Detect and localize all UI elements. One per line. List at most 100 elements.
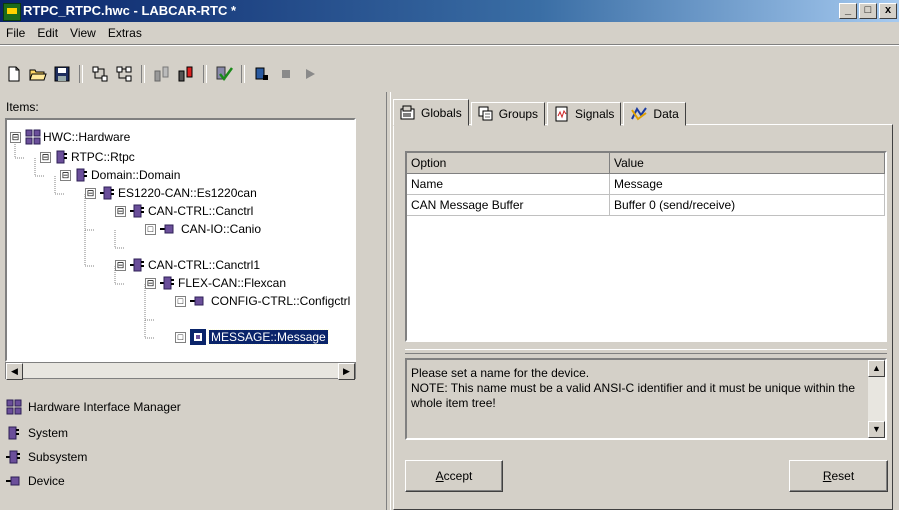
toolbar-separator bbox=[141, 65, 145, 83]
reset-label: eset bbox=[831, 469, 855, 483]
leaf-box[interactable]: □ bbox=[175, 295, 186, 307]
download-icon[interactable] bbox=[252, 64, 272, 84]
menu-bar: File Edit View Extras bbox=[0, 23, 148, 43]
tree-item-canctrl[interactable]: ⊟ CAN-CTRL::Canctrl bbox=[115, 202, 255, 220]
menu-view[interactable]: View bbox=[64, 23, 102, 43]
tab-globals[interactable]: Globals bbox=[393, 99, 469, 126]
option-cell: Name bbox=[407, 173, 610, 195]
tree-item-label: HWC::Hardware bbox=[43, 130, 131, 144]
tree-item-label: MESSAGE::Message bbox=[208, 329, 329, 345]
tree-horizontal-scrollbar[interactable]: ◀ ▶ bbox=[5, 362, 356, 380]
device-icon bbox=[160, 224, 174, 234]
toolbar bbox=[4, 63, 320, 85]
toolbar-separator bbox=[79, 65, 83, 83]
subsystem-icon bbox=[160, 276, 174, 290]
device-icon bbox=[6, 476, 20, 486]
value-cell[interactable]: Buffer 0 (send/receive) bbox=[609, 194, 885, 216]
collapse-toggle[interactable]: ⊟ bbox=[10, 131, 21, 143]
option-cell: CAN Message Buffer bbox=[407, 194, 610, 216]
collapse-tree-icon[interactable] bbox=[114, 64, 134, 84]
table-row[interactable]: CAN Message Buffer Buffer 0 (send/receiv… bbox=[407, 194, 885, 216]
leaf-box[interactable]: □ bbox=[175, 331, 186, 343]
menu-extras[interactable]: Extras bbox=[102, 23, 148, 43]
options-grid[interactable]: Option Value Name Message CAN Message Bu… bbox=[405, 151, 887, 342]
expand-tree-icon[interactable] bbox=[90, 64, 110, 84]
value-cell[interactable]: Message bbox=[609, 173, 885, 195]
table-row[interactable]: Name Message bbox=[407, 173, 885, 195]
maximize-button[interactable]: □ bbox=[859, 3, 877, 19]
reset-button[interactable]: Reset bbox=[789, 460, 888, 492]
device-icon bbox=[190, 296, 204, 306]
window-title: RTPC_RTPC.hwc - LABCAR-RTC * bbox=[23, 3, 237, 18]
subsystem-icon bbox=[6, 450, 20, 464]
tree-item-label: CAN-CTRL::Canctrl1 bbox=[148, 258, 261, 272]
tree-item-flexcan[interactable]: ⊟ FLEX-CAN::Flexcan bbox=[145, 274, 288, 292]
tab-data[interactable]: Data bbox=[623, 102, 686, 126]
tree-item-canio[interactable]: □ CAN-IO::Canio bbox=[145, 220, 263, 238]
insert-item-icon[interactable] bbox=[176, 64, 196, 84]
tree-item-domain[interactable]: ⊟ Domain::Domain bbox=[60, 166, 182, 184]
horizontal-splitter[interactable] bbox=[405, 349, 887, 354]
stop-icon[interactable] bbox=[276, 64, 296, 84]
collapse-toggle[interactable]: ⊟ bbox=[115, 205, 126, 217]
tree-item-rtpc[interactable]: ⊟ RTPC::Rtpc bbox=[40, 148, 137, 166]
hardware-icon bbox=[6, 399, 22, 415]
open-folder-icon[interactable] bbox=[28, 64, 48, 84]
legend-hardware: Hardware Interface Manager bbox=[6, 399, 181, 415]
close-button[interactable]: x bbox=[879, 3, 897, 19]
legend-label: Subsystem bbox=[28, 450, 88, 464]
tab-label: Globals bbox=[421, 105, 462, 120]
toolbar-separator bbox=[203, 65, 207, 83]
collapse-toggle[interactable]: ⊟ bbox=[85, 187, 96, 199]
tree-item-label: CAN-CTRL::Canctrl bbox=[148, 204, 254, 218]
accept-button[interactable]: Accept bbox=[405, 460, 503, 492]
move-item-icon[interactable] bbox=[152, 64, 172, 84]
tree-item-es1220can[interactable]: ⊟ ES1220-CAN::Es1220can bbox=[85, 184, 259, 202]
play-icon[interactable] bbox=[300, 64, 320, 84]
help-vertical-scrollbar[interactable]: ▲ ▼ bbox=[868, 360, 885, 438]
column-header-value[interactable]: Value bbox=[609, 153, 885, 174]
column-header-option[interactable]: Option bbox=[407, 153, 610, 174]
tab-signals[interactable]: Signals bbox=[547, 102, 622, 126]
leaf-box[interactable]: □ bbox=[145, 223, 156, 235]
tree-item-message[interactable]: □ MESSAGE::Message bbox=[175, 328, 329, 346]
tree-item-label: CAN-IO::Canio bbox=[181, 222, 262, 236]
accept-label: ccept bbox=[443, 469, 473, 483]
data-icon bbox=[631, 107, 648, 121]
system-icon bbox=[56, 150, 67, 164]
scroll-left-icon[interactable]: ◀ bbox=[6, 363, 23, 380]
collapse-toggle[interactable]: ⊟ bbox=[40, 151, 51, 163]
scroll-up-icon[interactable]: ▲ bbox=[868, 360, 885, 377]
subsystem-icon bbox=[100, 186, 114, 200]
scroll-down-icon[interactable]: ▼ bbox=[868, 421, 885, 438]
tree-item-label: FLEX-CAN::Flexcan bbox=[178, 276, 287, 290]
hardware-icon bbox=[25, 129, 41, 145]
collapse-toggle[interactable]: ⊟ bbox=[60, 169, 71, 181]
check-icon[interactable] bbox=[214, 64, 234, 84]
legend-system: System bbox=[6, 425, 68, 441]
save-icon[interactable] bbox=[52, 64, 72, 84]
tree-item-canctrl1[interactable]: ⊟ CAN-CTRL::Canctrl1 bbox=[115, 256, 262, 274]
accept-mnemonic: A bbox=[435, 469, 444, 483]
collapse-toggle[interactable]: ⊟ bbox=[115, 259, 126, 271]
title-bar[interactable]: RTPC_RTPC.hwc - LABCAR-RTC * _ □ x bbox=[0, 0, 899, 22]
globals-icon bbox=[400, 105, 415, 119]
tree-item-hwc-hardware[interactable]: ⊟ HWC::Hardware bbox=[10, 128, 132, 146]
groups-icon bbox=[478, 106, 493, 121]
app-icon[interactable] bbox=[3, 3, 21, 21]
new-file-icon[interactable] bbox=[4, 64, 24, 84]
item-tree[interactable]: ⊟ HWC::Hardware ⊟ RTPC::Rtpc ⊟ Domain::D… bbox=[5, 118, 356, 362]
tree-item-label: RTPC::Rtpc bbox=[71, 150, 135, 164]
menu-edit[interactable]: Edit bbox=[31, 23, 64, 43]
vertical-splitter[interactable] bbox=[386, 92, 391, 510]
collapse-toggle[interactable]: ⊟ bbox=[145, 277, 156, 289]
tab-groups[interactable]: Groups bbox=[470, 102, 546, 126]
tab-label: Groups bbox=[498, 107, 539, 121]
minimize-button[interactable]: _ bbox=[839, 3, 857, 19]
tree-item-configctrl[interactable]: □ CONFIG-CTRL::Configctrl bbox=[175, 292, 352, 310]
subsystem-icon bbox=[130, 258, 144, 272]
scroll-right-icon[interactable]: ▶ bbox=[338, 363, 355, 380]
menu-file[interactable]: File bbox=[0, 23, 31, 43]
help-line: NOTE: This name must be a valid ANSI-C i… bbox=[411, 381, 855, 410]
items-label: Items: bbox=[6, 100, 39, 114]
